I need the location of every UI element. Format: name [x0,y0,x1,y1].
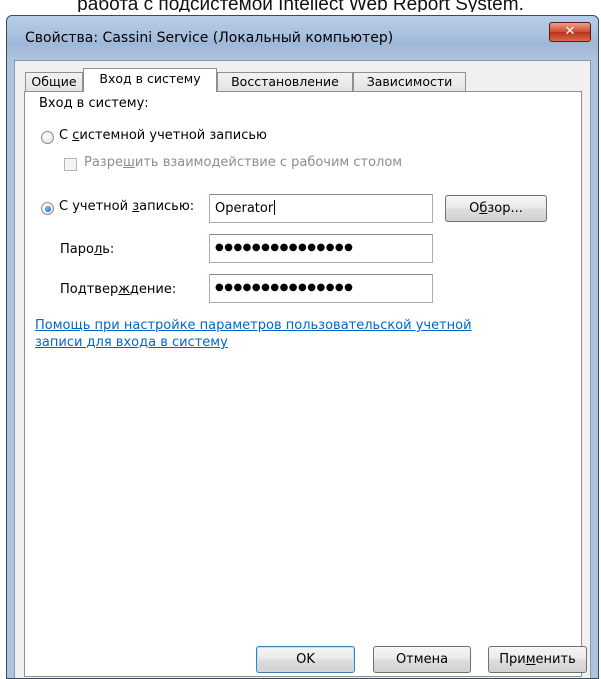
ok-button[interactable]: OK [256,646,355,673]
account-value: Operator [215,201,274,216]
apply-button[interactable]: Применить [488,646,587,673]
tab-label: Зависимости [366,74,453,89]
logon-tab-panel: Вход в систему: С системной учетной запи… [24,91,582,677]
window-title: Свойства: Cassini Service (Локальный ком… [25,30,394,46]
confirm-value: ●●●●●●●●●●●●●●● [215,282,354,293]
button-label: Отмена [395,652,449,667]
text-caret [274,200,276,215]
close-button[interactable]: ✕ [549,22,591,42]
tab-general[interactable]: Общие [25,72,83,91]
cancel-button[interactable]: Отмена [373,646,471,673]
mnemonic-char: ж [118,282,130,297]
logon-section-label: Вход в систему: [39,96,149,111]
close-icon: ✕ [564,24,576,39]
label-part: Паро [60,242,94,257]
tab-label: Восстановление [231,74,339,89]
help-link-line: записи для входа в систему [35,335,228,350]
label-part: С [59,128,73,143]
tab-recovery[interactable]: Восстановление [217,72,353,91]
confirm-password-input[interactable]: ●●●●●●●●●●●●●●● [209,274,433,303]
mnemonic-char: ш [122,155,135,170]
tab-logon[interactable]: Вход в систему [83,68,217,92]
password-input[interactable]: ●●●●●●●●●●●●●●● [209,234,433,263]
label-part: ь: [102,242,115,257]
tab-dependencies[interactable]: Зависимости [353,72,466,91]
label-part: С учетной [59,199,133,214]
confirm-label: Подтверждение: [60,282,176,297]
label-part: О [469,201,480,216]
label-part: Разре [84,155,123,170]
this-account-label[interactable]: С учетной записью: [59,199,194,214]
label-part: истемной учетной записью [79,128,267,143]
tab-label: Вход в систему [99,71,201,86]
title-bar[interactable]: Свойства: Cassini Service (Локальный ком… [7,16,598,60]
button-label: OK [296,652,315,667]
password-label: Пароль: [60,242,114,257]
system-account-radio[interactable] [41,131,54,144]
label-part: При [499,652,526,667]
mnemonic-char: м [525,652,536,667]
password-value: ●●●●●●●●●●●●●●● [215,242,354,253]
dialog-client-area: Общие Вход в систему Восстановление Зави… [14,60,591,678]
label-part: аписью: [139,199,195,214]
desktop-interact-checkbox[interactable] [64,158,77,171]
tab-label: Общие [31,74,77,89]
account-input[interactable]: Operator [209,194,433,223]
label-part: Подтвер [60,282,119,297]
label-part: дение: [129,282,177,297]
label-part: енить [535,652,576,667]
help-link-line: Помощь при настройке параметров пользова… [35,318,472,333]
properties-dialog: Свойства: Cassini Service (Локальный ком… [6,15,599,679]
desktop-interact-label: Разрешить взаимодействие с рабочим столо… [84,155,402,170]
document-caption: работа с подсистемой Intellect Web Repor… [77,0,524,12]
label-part: зор... [487,201,523,216]
this-account-radio[interactable] [41,202,54,215]
label-part: ить взаимодействие с рабочим столом [134,155,403,170]
browse-button[interactable]: Обзор... [445,195,547,222]
system-account-label[interactable]: С системной учетной записью [59,128,267,143]
help-link[interactable]: Помощь при настройке параметров пользова… [35,317,472,351]
